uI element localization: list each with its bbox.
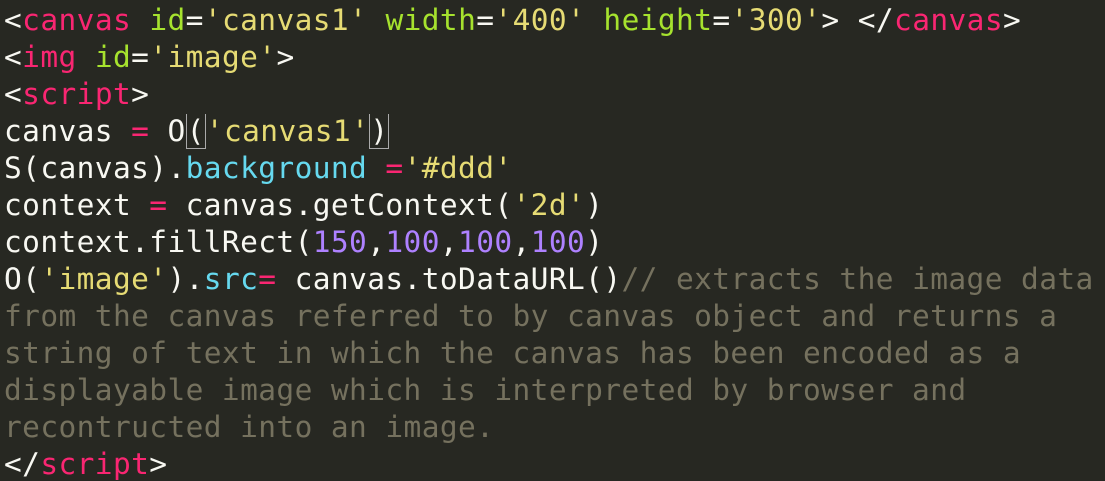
code-line-5[interactable]: S(canvas).background ='#ddd' [4, 150, 513, 187]
token-punct: > [1003, 3, 1022, 37]
token-identifier: context [4, 188, 132, 222]
code-line-10[interactable]: string of text in which the canvas has b… [4, 335, 1021, 372]
code-line-8[interactable]: O('image').src= canvas.toDataURL()// ext… [4, 261, 1094, 298]
token-punct: = [476, 3, 495, 37]
token-punct: , [512, 225, 531, 259]
token-punct: < [4, 40, 23, 74]
token-identifier: O( [4, 262, 41, 296]
token-identifier: context.fillRect( [4, 225, 313, 259]
token-string: '#ddd' [403, 151, 513, 185]
token-punct: < [4, 3, 23, 37]
token-property: background [185, 151, 368, 185]
token-comment: // extracts the image data [621, 262, 1094, 296]
token-attribute: height [603, 3, 713, 37]
code-line-4[interactable]: canvas = O('canvas1') [4, 113, 390, 150]
token-identifier: canvas.toDataURL() [276, 262, 622, 296]
token-punct: ). [167, 262, 204, 296]
token-operator: = [258, 262, 277, 296]
token-tag: canvas [22, 3, 132, 37]
code-line-1[interactable]: <canvas id='canvas1' width='400' height=… [4, 2, 1021, 39]
token-punct: , [439, 225, 459, 259]
code-line-2[interactable]: <img id='image'> [4, 39, 295, 76]
token-punct: </ [4, 447, 41, 481]
token-punct: ) [585, 188, 604, 222]
token-string: 'image' [40, 262, 168, 296]
code-line-12[interactable]: recontructed into an image. [4, 409, 494, 446]
token-number: 150 [312, 225, 368, 259]
token-punct: > [149, 447, 168, 481]
token-operator: = [112, 114, 168, 148]
token-string: '400' [494, 3, 586, 37]
token-identifier: S(canvas). [4, 151, 186, 185]
token-string: '2d' [512, 188, 586, 222]
token-punct: < [4, 77, 23, 111]
bracket-match-highlight: ( [185, 114, 206, 149]
token-string: 'canvas1' [205, 114, 370, 148]
token-string: 'canvas1' [203, 3, 368, 37]
token-identifier: canvas.getContext( [185, 188, 513, 222]
token-string: 'image' [149, 40, 277, 74]
token-punct: , [367, 225, 386, 259]
code-line-6[interactable]: context = canvas.getContext('2d') [4, 187, 603, 224]
token-punct: = [185, 3, 204, 37]
token-punct: = [131, 40, 150, 74]
token-number: 100 [385, 225, 440, 259]
code-line-13[interactable]: </script> [4, 446, 167, 481]
token-attribute: id [149, 3, 186, 37]
token-property: src [203, 262, 259, 296]
token-punct: = [712, 3, 731, 37]
token-string: '300' [730, 3, 822, 37]
code-line-11[interactable]: displayable image which is interpreted b… [4, 372, 967, 409]
token-punct: > [821, 3, 840, 37]
token-punct: > [131, 77, 150, 111]
token-tag: canvas [894, 3, 1003, 37]
token-punct: ) [585, 225, 604, 259]
token-tag: img [22, 40, 77, 74]
token-operator: = [131, 188, 186, 222]
token-number: 100 [458, 225, 513, 259]
token-tag: script [40, 447, 150, 481]
token-punct: </ [857, 3, 895, 37]
code-editor[interactable]: <canvas id='canvas1' width='400' height=… [0, 0, 1105, 481]
code-line-3[interactable]: <script> [4, 76, 149, 113]
token-attribute: width [385, 3, 477, 37]
token-number: 100 [530, 225, 586, 259]
token-operator: = [367, 151, 404, 185]
token-punct: > [276, 40, 295, 74]
token-identifier: canvas [4, 114, 113, 148]
token-identifier: O [167, 114, 186, 148]
token-tag: script [22, 77, 132, 111]
code-line-9[interactable]: from the canvas referred to by canvas ob… [4, 298, 1057, 335]
code-line-7[interactable]: context.fillRect(150,100,100,100) [4, 224, 603, 261]
bracket-match-highlight: ) [369, 114, 390, 149]
token-attribute: id [94, 40, 132, 74]
